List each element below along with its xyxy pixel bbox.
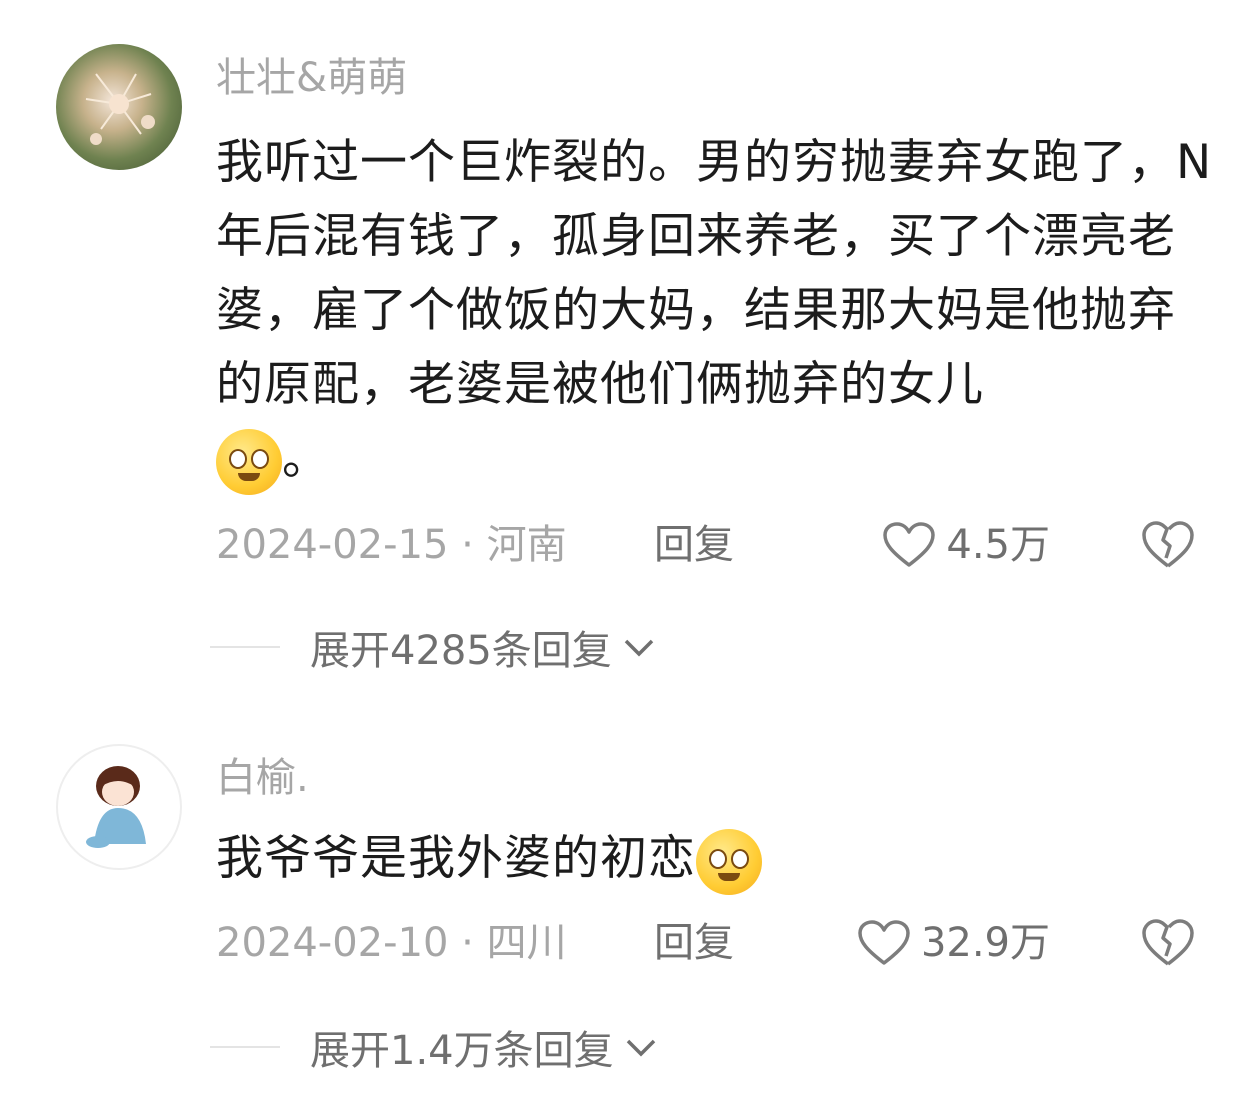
like-button[interactable]: 32.9万 xyxy=(857,918,1050,968)
comment-meta: 2024-02-10 · 四川 回复 32.9万 xyxy=(216,918,1206,968)
thinking-emoji-icon xyxy=(696,828,762,895)
chevron-down-icon xyxy=(626,1039,655,1057)
comment-text: 我听过一个巨炸裂的。男的穷抛妻弃女跑了，N年后混有钱了，孤身回来养老，买了个漂亮… xyxy=(216,126,1216,496)
broken-heart-icon xyxy=(1142,521,1194,568)
divider-line xyxy=(210,646,280,648)
user-avatar[interactable] xyxy=(56,744,182,870)
comment-text: 我爷爷是我外婆的初恋 xyxy=(216,822,1216,896)
user-avatar[interactable] xyxy=(56,44,182,170)
comment-meta: 2024-02-15 · 河南 回复 4.5万 xyxy=(216,520,1206,570)
like-count: 32.9万 xyxy=(920,920,1050,966)
shocked-emoji-icon xyxy=(216,428,282,495)
expand-replies-button[interactable]: 展开4285条回复 xyxy=(210,622,656,674)
reply-button[interactable]: 回复 xyxy=(654,918,734,968)
reply-button[interactable]: 回复 xyxy=(654,520,734,570)
divider-line xyxy=(210,1046,280,1048)
expand-replies-button[interactable]: 展开1.4万条回复 xyxy=(210,1022,658,1074)
heart-icon xyxy=(858,920,910,965)
flower-avatar-icon xyxy=(85,73,155,145)
dislike-button[interactable] xyxy=(1140,520,1196,582)
like-count: 4.5万 xyxy=(946,522,1050,568)
dislike-button[interactable] xyxy=(1140,918,1196,980)
username[interactable]: 白榆. xyxy=(216,754,309,802)
comment-item: 壮壮&萌萌 我听过一个巨炸裂的。男的穷抛妻弃女跑了，N年后混有钱了，孤身回来养老… xyxy=(0,0,1244,700)
date-location: 2024-02-10 · 四川 xyxy=(216,920,567,966)
broken-heart-icon xyxy=(1142,919,1194,966)
heart-icon xyxy=(883,522,936,567)
date-location: 2024-02-15 · 河南 xyxy=(216,522,567,568)
like-button[interactable]: 4.5万 xyxy=(882,520,1050,570)
username[interactable]: 壮壮&萌萌 xyxy=(216,54,407,102)
anime-boy-avatar-icon xyxy=(86,766,146,848)
chevron-down-icon xyxy=(624,639,654,657)
comment-item: 白榆. 我爷爷是我外婆的初恋 2024-02-10 · 四川 回复 32.9万 … xyxy=(0,700,1244,1104)
